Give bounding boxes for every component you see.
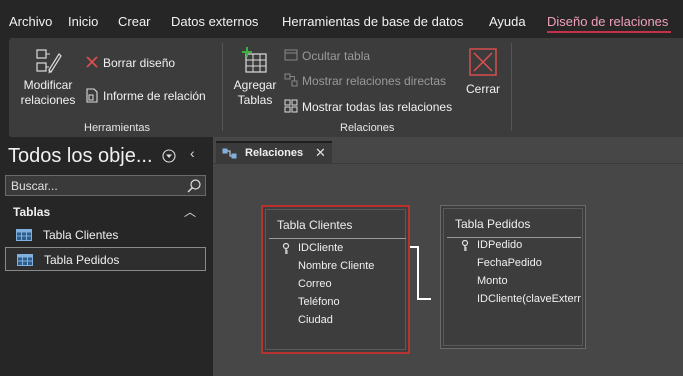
field-item[interactable]: IDCliente	[298, 242, 343, 254]
title-divider	[447, 237, 581, 238]
field-item[interactable]: Correo	[298, 278, 332, 290]
ocultar-tabla-label: Ocultar tabla	[302, 49, 371, 63]
menu-crear[interactable]: Crear	[118, 14, 151, 29]
close-icon	[469, 48, 497, 76]
mostrar-directas-label: Mostrar relaciones directas	[302, 74, 447, 88]
borrar-diseno-label: Borrar diseño	[103, 56, 176, 70]
ribbon-separator-2	[511, 43, 512, 131]
hide-table-icon	[284, 49, 298, 61]
clear-x-icon	[86, 56, 98, 68]
table-icon	[16, 229, 32, 241]
field-item[interactable]: FechaPedido	[477, 257, 542, 269]
relationships-tab-icon	[222, 148, 237, 159]
modificar-line1: Modificar	[23, 78, 73, 92]
nav-menu-icon[interactable]	[162, 149, 176, 163]
active-tab-indicator	[547, 31, 671, 33]
cerrar-button[interactable]: Cerrar	[461, 46, 505, 106]
menu-datos-externos[interactable]: Datos externos	[171, 14, 258, 29]
table-window-pedidos[interactable]: Tabla Pedidos IDPedido FechaPedido Monto…	[440, 205, 586, 349]
modificar-relaciones-button[interactable]: Modificar relaciones	[13, 46, 83, 114]
relationships-canvas[interactable]: Relaciones ✕ Tabla Clientes IDCliente No…	[213, 137, 683, 376]
primary-key-icon	[282, 243, 290, 254]
tab-relaciones[interactable]: Relaciones ✕	[216, 141, 332, 163]
table-window-clientes[interactable]: Tabla Clientes IDCliente Nombre Cliente …	[261, 205, 410, 354]
ribbon: Modificar relaciones Borrar diseño Infor…	[9, 38, 683, 137]
field-item[interactable]: Ciudad	[298, 314, 333, 326]
mostrar-todas-label: Mostrar todas las relaciones	[302, 100, 453, 114]
search-box	[5, 175, 206, 196]
edit-relationships-icon	[36, 49, 62, 74]
navigation-pane: Todos los obje... ‹ Tablas ︿ Tabla Clien…	[0, 137, 213, 376]
cerrar-label: Cerrar	[465, 82, 500, 96]
nav-item-label: Tabla Clientes	[43, 228, 119, 242]
table-window-title: Tabla Clientes	[277, 218, 353, 232]
menu-archivo[interactable]: Archivo	[9, 14, 52, 29]
close-tab-icon[interactable]: ✕	[315, 145, 326, 161]
nav-item-label: Tabla Pedidos	[44, 253, 120, 267]
search-icon[interactable]	[186, 178, 202, 194]
shutter-collapse-icon[interactable]: ‹	[190, 145, 195, 161]
field-item[interactable]: IDCliente(claveExterr	[477, 293, 581, 305]
agregar-line1: Agregar	[233, 78, 277, 92]
informe-relacion-label: Informe de relación	[103, 89, 206, 103]
modificar-line2: relaciones	[20, 93, 76, 107]
menu-ayuda[interactable]: Ayuda	[489, 14, 526, 29]
table-icon	[17, 254, 33, 266]
mostrar-relaciones-directas-button[interactable]: Mostrar relaciones directas	[284, 73, 446, 89]
informe-relacion-button[interactable]: Informe de relación	[85, 88, 206, 104]
title-divider	[269, 238, 406, 239]
borrar-diseno-button[interactable]: Borrar diseño	[85, 55, 175, 71]
nav-pane-title[interactable]: Todos los obje...	[8, 145, 153, 168]
table-window-title: Tabla Pedidos	[455, 217, 531, 231]
section-tablas-header[interactable]: Tablas	[13, 205, 50, 219]
report-icon	[86, 88, 98, 103]
add-table-icon	[242, 47, 267, 73]
primary-key-icon	[461, 240, 469, 251]
tab-strip-divider	[213, 163, 683, 164]
direct-relationships-icon	[284, 73, 298, 87]
field-item[interactable]: Monto	[477, 275, 508, 287]
agregar-line2: Tablas	[237, 93, 273, 107]
mostrar-todas-relaciones-button[interactable]: Mostrar todas las relaciones	[284, 99, 452, 115]
group-relaciones-label: Relaciones	[340, 122, 395, 134]
field-item[interactable]: Teléfono	[298, 296, 340, 308]
menu-herramientas-bd[interactable]: Herramientas de base de datos	[282, 14, 463, 29]
search-input[interactable]	[11, 179, 181, 193]
field-item[interactable]: IDPedido	[477, 239, 522, 251]
menu-bar: Archivo Inicio Crear Datos externos Herr…	[0, 0, 683, 38]
ocultar-tabla-button[interactable]: Ocultar tabla	[284, 48, 370, 64]
ribbon-separator	[222, 43, 223, 131]
field-item[interactable]: Nombre Cliente	[298, 260, 374, 272]
all-relationships-icon	[284, 99, 298, 113]
tab-label: Relaciones	[245, 147, 304, 159]
menu-diseno-relaciones[interactable]: Diseño de relaciones	[547, 14, 668, 29]
menu-inicio[interactable]: Inicio	[68, 14, 98, 29]
nav-item-tabla-pedidos[interactable]: Tabla Pedidos	[5, 247, 206, 271]
group-herramientas-label: Herramientas	[84, 122, 151, 134]
nav-item-tabla-clientes[interactable]: Tabla Clientes	[5, 223, 206, 247]
collapse-section-icon[interactable]: ︿	[184, 203, 196, 220]
agregar-tablas-button[interactable]: Agregar Tablas	[228, 46, 282, 114]
